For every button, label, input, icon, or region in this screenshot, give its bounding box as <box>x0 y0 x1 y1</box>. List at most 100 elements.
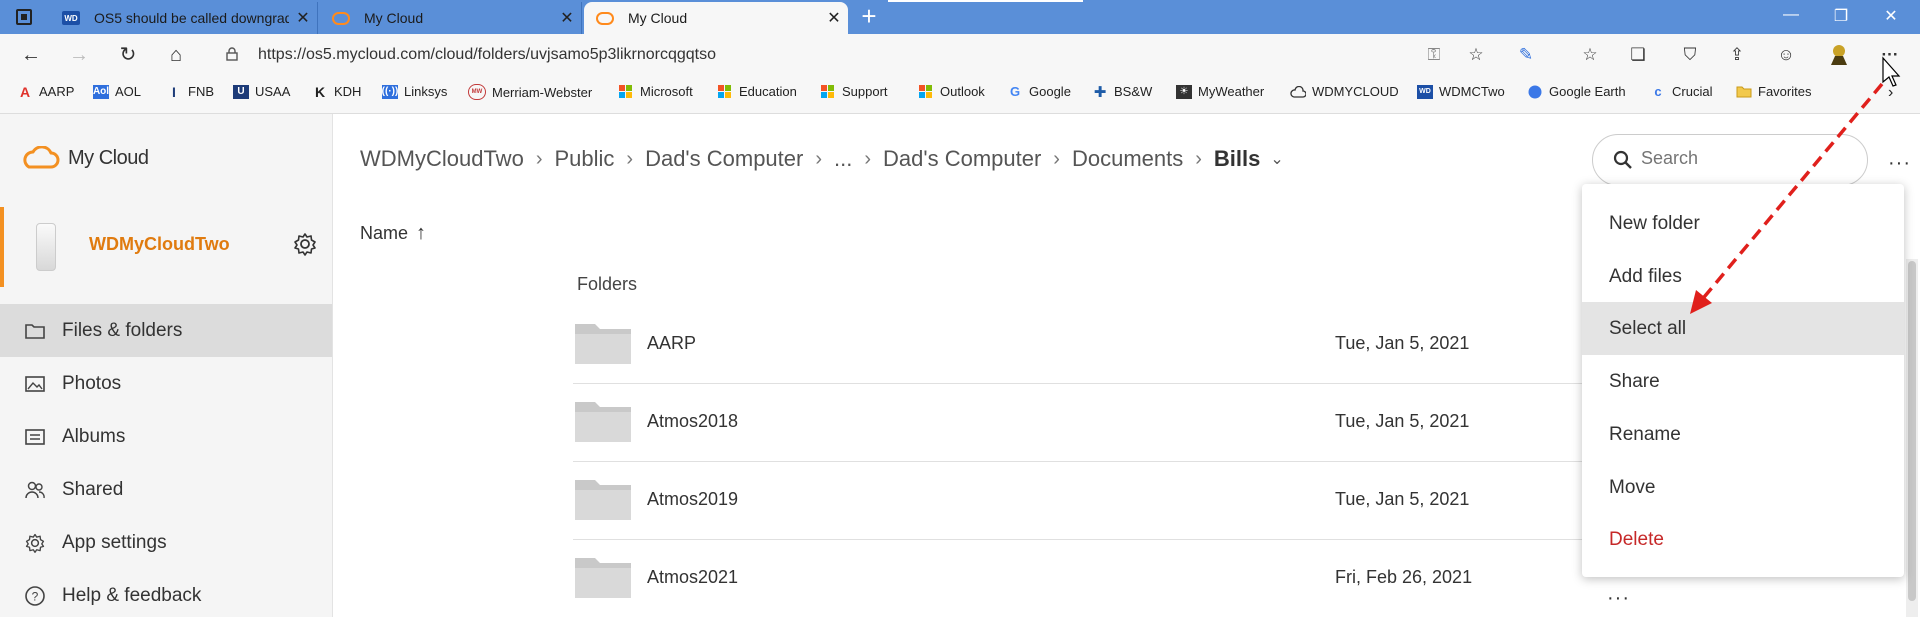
folder-name: AARP <box>647 333 697 353</box>
url-text[interactable]: https://os5.mycloud.com/cloud/folders/uv… <box>258 46 716 64</box>
bookmark-usaa[interactable]: U USAA <box>233 84 290 99</box>
sidebar-item-albums[interactable]: Albums <box>0 410 332 463</box>
key-icon[interactable]: ⚿ <box>1421 42 1447 68</box>
sidebar-item-help-feedback[interactable]: ? Help & feedback <box>0 569 332 622</box>
breadcrumb-item[interactable]: Dad's Computer <box>883 146 1041 172</box>
bookmark-aol[interactable]: Aol AOL <box>93 84 141 99</box>
more-options-button[interactable]: ··· <box>1888 152 1911 175</box>
menu-item-add-files[interactable]: Add files <box>1582 250 1904 303</box>
close-window-icon[interactable]: ✕ <box>1866 6 1916 26</box>
home-icon[interactable]: ⌂ <box>163 42 189 68</box>
sidebar-item-app-settings[interactable]: App settings <box>0 516 332 569</box>
menu-item-delete[interactable]: Delete <box>1582 513 1904 566</box>
restore-icon[interactable]: ❐ <box>1816 6 1866 26</box>
back-icon[interactable]: ← <box>18 42 44 68</box>
folder-name: Atmos2019 <box>647 489 739 509</box>
bookmark-support[interactable]: Support <box>820 84 888 99</box>
bookmark-microsoft[interactable]: Microsoft <box>618 84 693 99</box>
bookmark-label: Support <box>842 84 888 99</box>
search-input[interactable] <box>1639 147 1843 170</box>
bookmark-outlook[interactable]: Outlook <box>918 84 985 99</box>
breadcrumb-item[interactable]: Documents <box>1072 146 1183 172</box>
bsw-icon: ✚ <box>1093 83 1107 101</box>
table-row[interactable]: Atmos2018 Tue, Jan 5, 2021 <box>573 384 1613 462</box>
settings-more-icon[interactable]: ··· <box>1877 42 1903 68</box>
menu-item-rename[interactable]: Rename <box>1582 408 1904 461</box>
sidebar-item-photos[interactable]: Photos <box>0 357 332 410</box>
bookmark-label: AOL <box>115 84 142 99</box>
bookmark-label: BS&W <box>1114 84 1153 99</box>
breadcrumb-item[interactable]: Public <box>554 146 614 172</box>
sidebar-item-files-folders[interactable]: Files & folders <box>0 304 332 357</box>
bookmark-kdh[interactable]: K KDH <box>312 84 362 100</box>
browser-tab-3-active[interactable]: My Cloud ✕ <box>584 2 848 34</box>
share-icon[interactable]: ⇪ <box>1724 42 1750 68</box>
close-tab-icon[interactable]: ✕ <box>553 8 581 28</box>
folder-icon <box>575 324 631 364</box>
menu-item-share[interactable]: Share <box>1582 355 1904 408</box>
bookmark-fnb[interactable]: I FNB <box>166 84 214 100</box>
bookmark-wdmycloud[interactable]: WDMYCLOUD <box>1290 84 1399 99</box>
bookmark-google-earth[interactable]: Google Earth <box>1527 84 1626 99</box>
table-row[interactable]: Atmos2021 Fri, Feb 26, 2021 - ··· <box>573 540 1629 617</box>
lock-icon[interactable] <box>226 47 238 61</box>
wd-logo-icon: WD <box>1417 84 1433 99</box>
folder-date: Fri, Feb 26, 2021 <box>1335 567 1473 587</box>
close-tab-icon[interactable]: ✕ <box>820 8 848 28</box>
bookmark-label: Education <box>739 84 797 99</box>
bookmark-label: MyWeather <box>1198 84 1265 99</box>
bookmark-education[interactable]: Education <box>717 84 797 99</box>
bookmark-linksys[interactable]: ((·)) Linksys <box>382 84 448 99</box>
sort-label: Name <box>360 223 409 243</box>
sidebar-item-shared[interactable]: Shared <box>0 463 332 516</box>
table-row[interactable]: AARP Tue, Jan 5, 2021 <box>573 306 1613 384</box>
chevron-right-icon: › <box>1053 147 1060 170</box>
bookmark-label: WDMYCLOUD <box>1312 84 1399 99</box>
address-bar[interactable]: https://os5.mycloud.com/cloud/folders/uv… <box>210 38 1490 72</box>
breadcrumb-current[interactable]: Bills <box>1214 146 1260 172</box>
bookmark-myweather[interactable]: ☀ MyWeather <box>1176 84 1264 99</box>
favorites-icon[interactable]: ☆ <box>1577 42 1603 68</box>
refresh-icon[interactable]: ↻ <box>115 42 141 68</box>
device-switcher[interactable]: WDMyCloudTwo <box>0 207 332 287</box>
browser-tab-bar: WD OS5 should be called downgrade ✕ My C… <box>0 0 1920 34</box>
bookmark-wdmctwo[interactable]: WD WDMCTwo <box>1417 84 1505 99</box>
tab-actions-icon[interactable] <box>16 9 32 25</box>
bookmark-aarp[interactable]: A AARP <box>17 84 74 100</box>
mycloud-logo[interactable]: My Cloud <box>20 146 149 170</box>
scrollbar[interactable] <box>1906 259 1918 617</box>
extension-icon[interactable]: ✎ <box>1513 42 1539 68</box>
table-row[interactable]: Atmos2019 Tue, Jan 5, 2021 <box>573 462 1613 540</box>
new-tab-button[interactable]: + <box>850 3 888 30</box>
feedback-icon[interactable]: ☺ <box>1773 42 1799 68</box>
gear-icon[interactable] <box>292 231 318 257</box>
breadcrumb-item[interactable]: Dad's Computer <box>645 146 803 172</box>
shield-icon[interactable]: ⛉ <box>1677 42 1703 68</box>
search-box[interactable] <box>1592 134 1868 186</box>
chevron-down-icon[interactable]: ⌄ <box>1270 149 1283 169</box>
mycloud-logo-icon <box>332 11 350 25</box>
browser-tab-2[interactable]: My Cloud ✕ <box>320 2 582 34</box>
menu-item-move[interactable]: Move <box>1582 461 1904 514</box>
close-tab-icon[interactable]: ✕ <box>289 8 317 28</box>
arrow-up-icon: ↑ <box>416 222 427 244</box>
bookmarks-overflow-icon[interactable]: › <box>1888 84 1893 102</box>
scrollbar-thumb[interactable] <box>1908 261 1916 601</box>
breadcrumb-ellipsis[interactable]: ... <box>834 146 852 172</box>
breadcrumb-item[interactable]: WDMyCloudTwo <box>360 146 524 172</box>
bookmark-bsw[interactable]: ✚ BS&W <box>1092 83 1153 101</box>
collections-icon[interactable]: ❏ <box>1625 42 1651 68</box>
bookmark-label: Google Earth <box>1549 84 1626 99</box>
forward-icon[interactable]: → <box>66 42 92 68</box>
browser-tab-1[interactable]: WD OS5 should be called downgrade ✕ <box>50 2 318 34</box>
menu-item-select-all[interactable]: Select all <box>1582 302 1904 355</box>
minimize-icon[interactable]: — <box>1766 6 1816 24</box>
profile-avatar[interactable] <box>1826 42 1852 68</box>
bookmark-google[interactable]: G Google <box>1007 84 1071 99</box>
menu-item-new-folder[interactable]: New folder <box>1582 197 1904 250</box>
bookmark-merriam-webster[interactable]: MW Merriam-Webster <box>468 84 592 100</box>
sort-by-name[interactable]: Name ↑ <box>360 222 426 245</box>
bookmark-crucial[interactable]: c Crucial <box>1650 84 1712 99</box>
bookmark-favorites-folder[interactable]: Favorites <box>1736 84 1811 99</box>
add-favorite-icon[interactable]: ☆ <box>1463 42 1489 68</box>
